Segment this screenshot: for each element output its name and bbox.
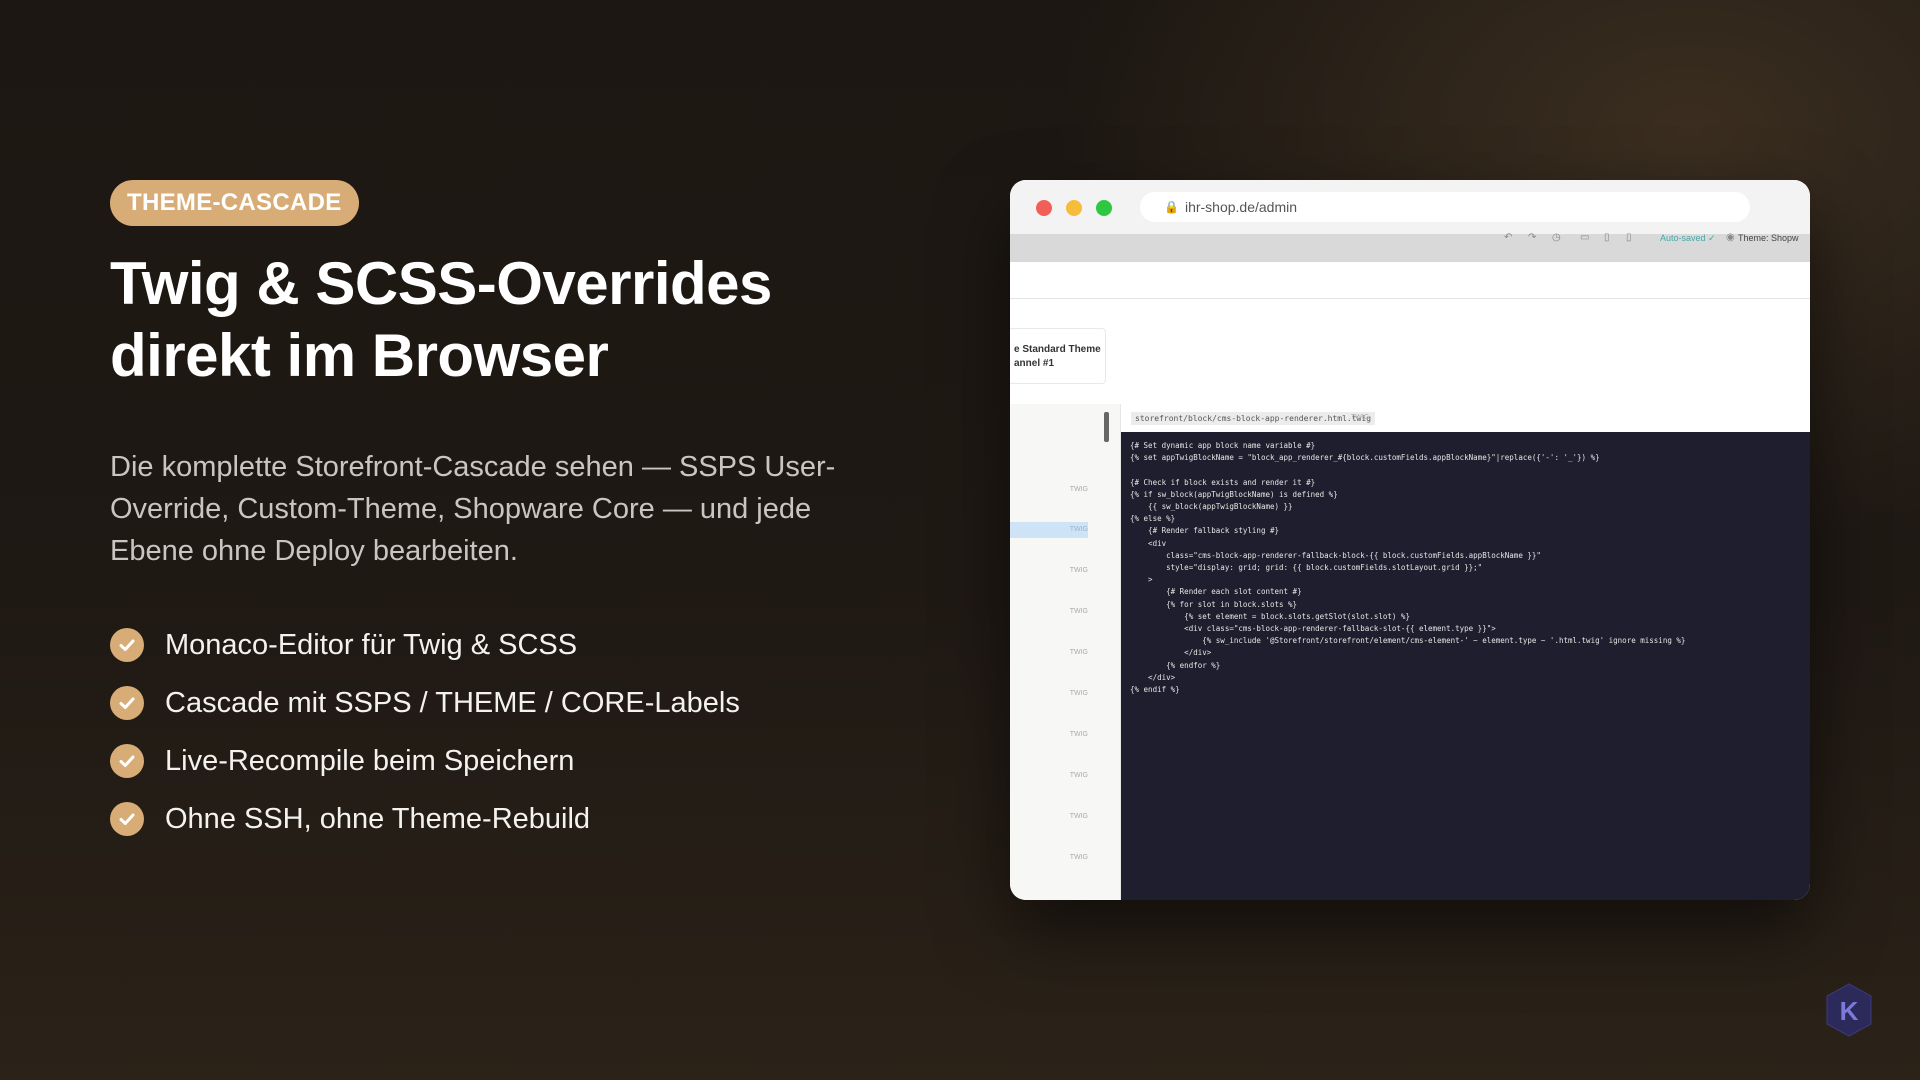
file-item[interactable]: TWIG xyxy=(1010,809,1088,825)
history-icon[interactable]: ◷ xyxy=(1552,232,1561,243)
file-item[interactable]: TWIG xyxy=(1010,482,1088,498)
check-icon xyxy=(110,628,144,662)
file-type-label: .TWIG xyxy=(1349,414,1370,421)
brand-logo: K xyxy=(1826,983,1872,1037)
theme-card[interactable]: e Standard Theme annel #1 xyxy=(1010,328,1106,384)
feature-label: Cascade mit SSPS / THEME / CORE-Labels xyxy=(165,686,740,719)
maximize-window-button[interactable] xyxy=(1096,200,1112,216)
monaco-editor[interactable]: {# Set dynamic app block name variable #… xyxy=(1121,432,1810,900)
feature-list: Monaco-Editor für Twig & SCSS Cascade mi… xyxy=(110,616,870,848)
feature-item: Live-Recompile beim Speichern xyxy=(110,732,870,790)
minimize-window-button[interactable] xyxy=(1066,200,1082,216)
slide-title-line-2: direkt im Browser xyxy=(110,322,609,389)
file-item[interactable]: TWIG xyxy=(1010,850,1088,866)
editor-tabbar: storefront/block/cms-block-app-renderer.… xyxy=(1121,404,1810,433)
browser-window: 🔒 ihr-shop.de/admin ↶ ↷ ◷ ▭ ▯ ▯ Auto-sav… xyxy=(1010,180,1810,900)
feature-item: Cascade mit SSPS / THEME / CORE-Labels xyxy=(110,674,870,732)
address-bar[interactable]: 🔒 ihr-shop.de/admin xyxy=(1140,192,1750,222)
check-icon xyxy=(110,802,144,836)
close-window-button[interactable] xyxy=(1036,200,1052,216)
autosave-status: Auto-saved ✓ xyxy=(1660,233,1716,243)
slide-description: Die komplette Storefront-Cascade sehen —… xyxy=(110,451,836,567)
redo-icon[interactable]: ↷ xyxy=(1528,232,1536,243)
file-item[interactable]: TWIG xyxy=(1010,727,1088,743)
slide-title-line-1: Twig & SCSS-Overrides xyxy=(110,250,772,317)
tab-file[interactable]: storefront/block/cms-block-app-renderer.… xyxy=(1131,412,1376,425)
feature-item: Ohne SSH, ohne Theme-Rebuild xyxy=(110,790,870,848)
admin-app: ↶ ↷ ◷ ▭ ▯ ▯ Auto-saved ✓ ◉ Theme: Shopw … xyxy=(1010,232,1810,900)
slide-title: Twig & SCSS-Overrides direkt im Browser xyxy=(110,248,870,392)
file-item[interactable]: TWIG xyxy=(1010,563,1088,579)
check-icon xyxy=(110,744,144,778)
feature-item: Monaco-Editor für Twig & SCSS xyxy=(110,616,870,674)
slide-content: THEME-CASCADE Twig & SCSS-Overrides dire… xyxy=(110,180,870,864)
lock-icon: 🔒 xyxy=(1164,200,1179,214)
file-item[interactable]: TWIG xyxy=(1010,686,1088,702)
file-item[interactable]: TWIG xyxy=(1010,768,1088,784)
desktop-preview-icon[interactable]: ▭ xyxy=(1580,232,1589,243)
address-url: ihr-shop.de/admin xyxy=(1184,199,1298,215)
theme-selector[interactable]: Theme: Shopw xyxy=(1738,233,1799,243)
file-item-selected[interactable]: TWIG xyxy=(1010,522,1088,538)
section-badge: THEME-CASCADE xyxy=(110,180,359,226)
undo-icon[interactable]: ↶ xyxy=(1504,232,1512,243)
feature-label: Live-Recompile beim Speichern xyxy=(165,744,575,777)
file-item[interactable]: TWIG xyxy=(1010,645,1088,661)
file-cascade-sidebar: TWIG TWIG TWIG TWIG TWIG TWIG TWIG TWIG … xyxy=(1010,404,1121,900)
theme-icon: ◉ xyxy=(1726,232,1735,243)
sidebar-scrollbar[interactable] xyxy=(1104,412,1109,442)
logo-letter: K xyxy=(1840,996,1859,1026)
check-icon xyxy=(110,686,144,720)
tablet-preview-icon[interactable]: ▯ xyxy=(1604,232,1610,243)
page-header xyxy=(1010,262,1810,299)
code-content[interactable]: {# Set dynamic app block name variable #… xyxy=(1130,440,1810,696)
theme-card-channel: annel #1 xyxy=(1014,358,1055,369)
browser-chrome: 🔒 ihr-shop.de/admin xyxy=(1010,180,1810,234)
feature-label: Monaco-Editor für Twig & SCSS xyxy=(165,628,578,661)
file-item[interactable]: TWIG xyxy=(1010,604,1088,620)
editor-toolbar: ↶ ↷ ◷ ▭ ▯ ▯ Auto-saved ✓ ◉ Theme: Shopw xyxy=(1010,232,1810,262)
theme-card-name: e Standard Theme xyxy=(1014,344,1101,355)
mobile-preview-icon[interactable]: ▯ xyxy=(1626,232,1632,243)
feature-label: Ohne SSH, ohne Theme-Rebuild xyxy=(165,802,591,835)
